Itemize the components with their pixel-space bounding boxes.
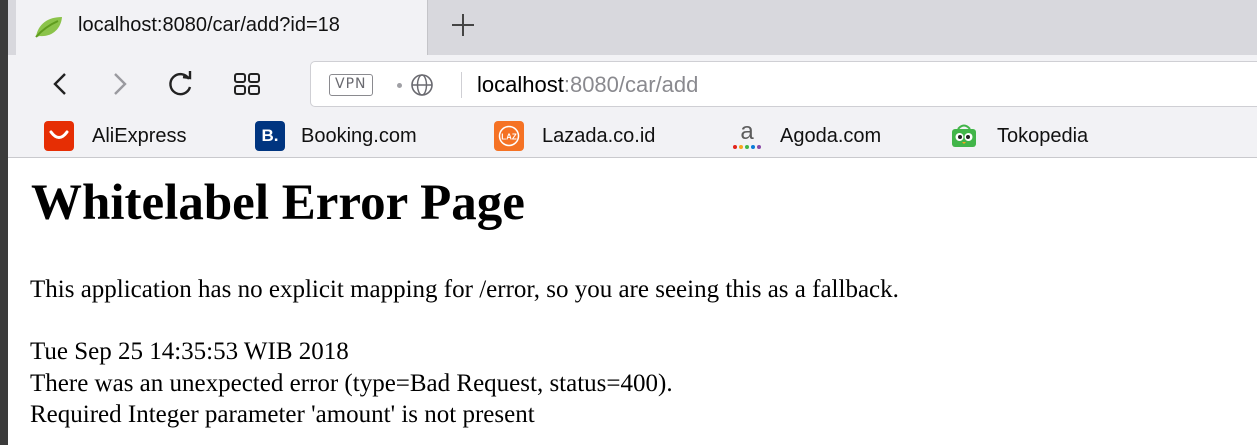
bookmark-booking[interactable]: B. Booking.com [255,121,417,151]
bookmark-agoda[interactable]: a Agoda.com [732,118,882,151]
address-divider [461,72,462,98]
aliexpress-icon [44,121,74,151]
vpn-badge[interactable]: VPN [329,74,373,96]
tab-strip: localhost:8080/car/add?id=18 [8,0,1257,55]
bookmark-label: AliExpress [92,124,187,147]
separator-dot [397,83,402,88]
bookmark-label: Booking.com [301,124,417,147]
plus-icon[interactable] [446,8,480,42]
error-description: This application has no explicit mapping… [30,276,899,303]
error-timestamp: Tue Sep 25 14:35:53 WIB 2018 [30,338,349,365]
tokopedia-icon [949,121,979,151]
back-chevron-icon[interactable] [44,67,78,101]
agoda-icon: a [732,118,762,151]
bookmarks-bar: AliExpress B. Booking.com LAZ Lazada.co.… [8,113,1257,158]
reload-icon[interactable] [163,67,197,101]
forward-chevron-icon[interactable] [102,67,136,101]
tab-active[interactable]: localhost:8080/car/add?id=18 [16,0,428,55]
bookmark-label: Tokopedia [997,124,1089,147]
svg-text:LAZ: LAZ [501,133,517,142]
url-host: localhost [477,72,564,97]
globe-icon[interactable] [409,72,435,98]
lazada-icon: LAZ [494,121,524,151]
booking-icon: B. [255,121,285,151]
error-message: Required Integer parameter 'amount' is n… [30,401,535,428]
address-bar[interactable]: VPN localhost:8080/car/add [310,61,1257,107]
page-content: Whitelabel Error Page This application h… [8,158,1257,445]
agoda-dots [733,145,761,149]
bookmark-tokopedia[interactable]: Tokopedia [949,121,1088,151]
page-title: Whitelabel Error Page [31,175,525,231]
agoda-glyph: a [740,118,754,145]
bookmark-label: Lazada.co.id [542,124,656,147]
url-text[interactable]: localhost:8080/car/add [477,72,698,98]
tab-title: localhost:8080/car/add?id=18 [78,14,340,36]
grid-icon[interactable] [230,67,264,101]
bookmark-aliexpress[interactable]: AliExpress [44,121,186,151]
url-path: :8080/car/add [563,72,699,97]
error-status-line: There was an unexpected error (type=Bad … [30,370,673,397]
bookmark-lazada[interactable]: LAZ Lazada.co.id [494,121,655,151]
spring-leaf-icon [35,17,62,38]
bookmark-label: Agoda.com [780,124,882,147]
window-left-border [0,0,8,445]
browser-toolbar: VPN localhost:8080/car/add [8,55,1257,113]
